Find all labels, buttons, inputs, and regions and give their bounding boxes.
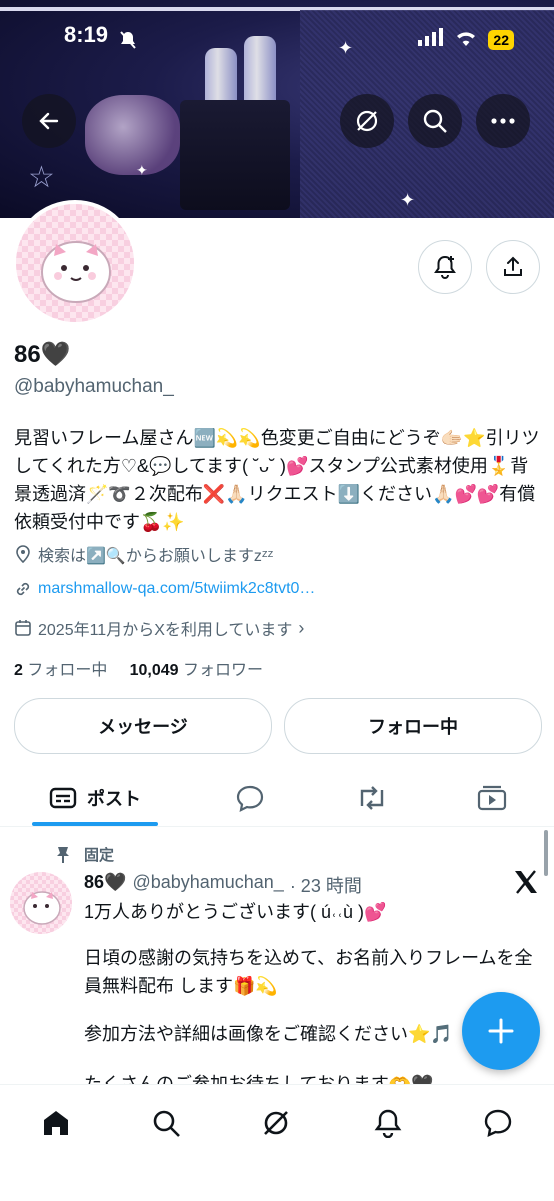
link-text[interactable]: marshmallow-qa.com/5twiimk2c8tvt0…: [38, 580, 315, 598]
bell-icon: [374, 1109, 402, 1138]
joined-text: 2025年11月からXを利用しています: [38, 622, 293, 639]
x-logo-icon: [512, 868, 540, 901]
media-icon: [477, 785, 507, 811]
scrollbar[interactable]: [544, 830, 548, 876]
grok-icon: [356, 110, 378, 132]
search-icon: [423, 109, 447, 133]
nav-search[interactable]: [146, 1103, 186, 1143]
post-author-name[interactable]: 86🖤: [84, 872, 126, 898]
nav-home[interactable]: [36, 1103, 76, 1143]
follow-stats: 2 フォロー中 10,049 フォロワー: [14, 656, 263, 680]
profile-location: 検索は↗️🔍からお願いしますzᶻᶻ: [14, 542, 273, 566]
grok-icon: [264, 1111, 288, 1135]
tab-reposts[interactable]: [344, 770, 400, 826]
status-time: 8:19: [64, 22, 109, 47]
repost-icon: [360, 786, 384, 810]
banner-cloth: [85, 95, 180, 175]
post-time: · 23 時間: [289, 876, 362, 896]
tab-posts-label: ポスト: [87, 789, 141, 809]
plus-icon: [488, 1018, 514, 1044]
search-button[interactable]: [408, 94, 462, 148]
bottom-navigation: [0, 1084, 554, 1201]
post-line-4: たくさんのご参加お待ちしております🫶🖤: [84, 1074, 434, 1084]
post-line-1: 1万人ありがとうございます( ú˓˓ù )💕: [84, 902, 387, 922]
tab-replies[interactable]: [222, 770, 278, 826]
nav-grok[interactable]: [256, 1103, 296, 1143]
back-arrow-icon: [39, 112, 59, 130]
message-icon: [484, 1109, 512, 1138]
posts-icon: [49, 787, 77, 809]
more-button[interactable]: [476, 94, 530, 148]
sparkle-icon: ✦: [400, 190, 416, 210]
grok-button[interactable]: [340, 94, 394, 148]
following-count: 2: [14, 662, 23, 679]
share-icon: [504, 256, 522, 276]
followers-label: フォロワー: [183, 662, 264, 679]
more-icon: [491, 118, 515, 124]
calendar-icon: [15, 620, 31, 636]
status-indicators: 22: [418, 28, 514, 51]
battery-indicator: 22: [488, 29, 514, 50]
reply-icon: [236, 785, 264, 812]
profile-tabs: ポスト: [0, 770, 554, 827]
link-icon: [16, 582, 30, 596]
signal-icon: [418, 28, 444, 51]
profile-link[interactable]: marshmallow-qa.com/5twiimk2c8tvt0…: [14, 580, 315, 598]
post-header: 86🖤 @babyhamuchan_ · 23 時間: [84, 872, 362, 898]
star-outline-icon: ☆: [28, 161, 55, 194]
profile-avatar[interactable]: [12, 200, 138, 326]
message-button[interactable]: メッセージ: [14, 698, 272, 754]
followers-link[interactable]: 10,049 フォロワー: [130, 662, 263, 679]
nav-notifications[interactable]: [368, 1103, 408, 1143]
post-line-2: 日頃の感謝の気持ちを込めて、お名前入りフレームを全員無料配布 します🎁💫: [84, 948, 533, 996]
compose-button[interactable]: [462, 992, 540, 1070]
following-label: フォロー中: [27, 662, 108, 679]
profile-handle: @babyhamuchan_: [14, 376, 174, 397]
back-button[interactable]: [22, 94, 76, 148]
silent-bell-icon: [118, 30, 138, 55]
location-text: 検索は↗️🔍からお願いしますzᶻᶻ: [38, 548, 274, 565]
share-button[interactable]: [486, 240, 540, 294]
profile-bio: 見習いフレーム屋さん🆕💫💫色変更ご自由にどうぞ🫱🏻⭐️引リツしてくれた方♡&💬し…: [14, 428, 540, 532]
profile-joined[interactable]: 2025年11月からXを利用しています ›: [14, 616, 304, 640]
active-tab-indicator: [32, 822, 158, 826]
banner-cup: [180, 100, 290, 210]
home-icon: [44, 1111, 68, 1135]
notify-bell-icon: [434, 255, 456, 279]
tab-media[interactable]: [464, 770, 520, 826]
wifi-icon: [454, 28, 478, 51]
sparkle-icon: ✦: [338, 38, 354, 58]
notify-button[interactable]: [418, 240, 472, 294]
pinned-label: 固定: [84, 847, 115, 864]
followers-count: 10,049: [129, 662, 179, 679]
sparkle-icon: ✦: [136, 162, 148, 178]
chevron-right-icon: ›: [298, 617, 305, 638]
location-icon: [16, 545, 30, 563]
post-avatar[interactable]: [10, 872, 72, 934]
search-icon: [153, 1110, 180, 1137]
nav-messages[interactable]: [478, 1103, 518, 1143]
tab-posts[interactable]: ポスト: [32, 770, 158, 826]
following-link[interactable]: 2 フォロー中: [14, 662, 107, 679]
following-button[interactable]: フォロー中: [284, 698, 542, 754]
pinned-indicator: 固定: [56, 844, 114, 865]
pin-icon: [57, 846, 69, 863]
profile-name: 86🖤: [14, 341, 71, 368]
post-author-handle[interactable]: @babyhamuchan_: [132, 872, 283, 898]
